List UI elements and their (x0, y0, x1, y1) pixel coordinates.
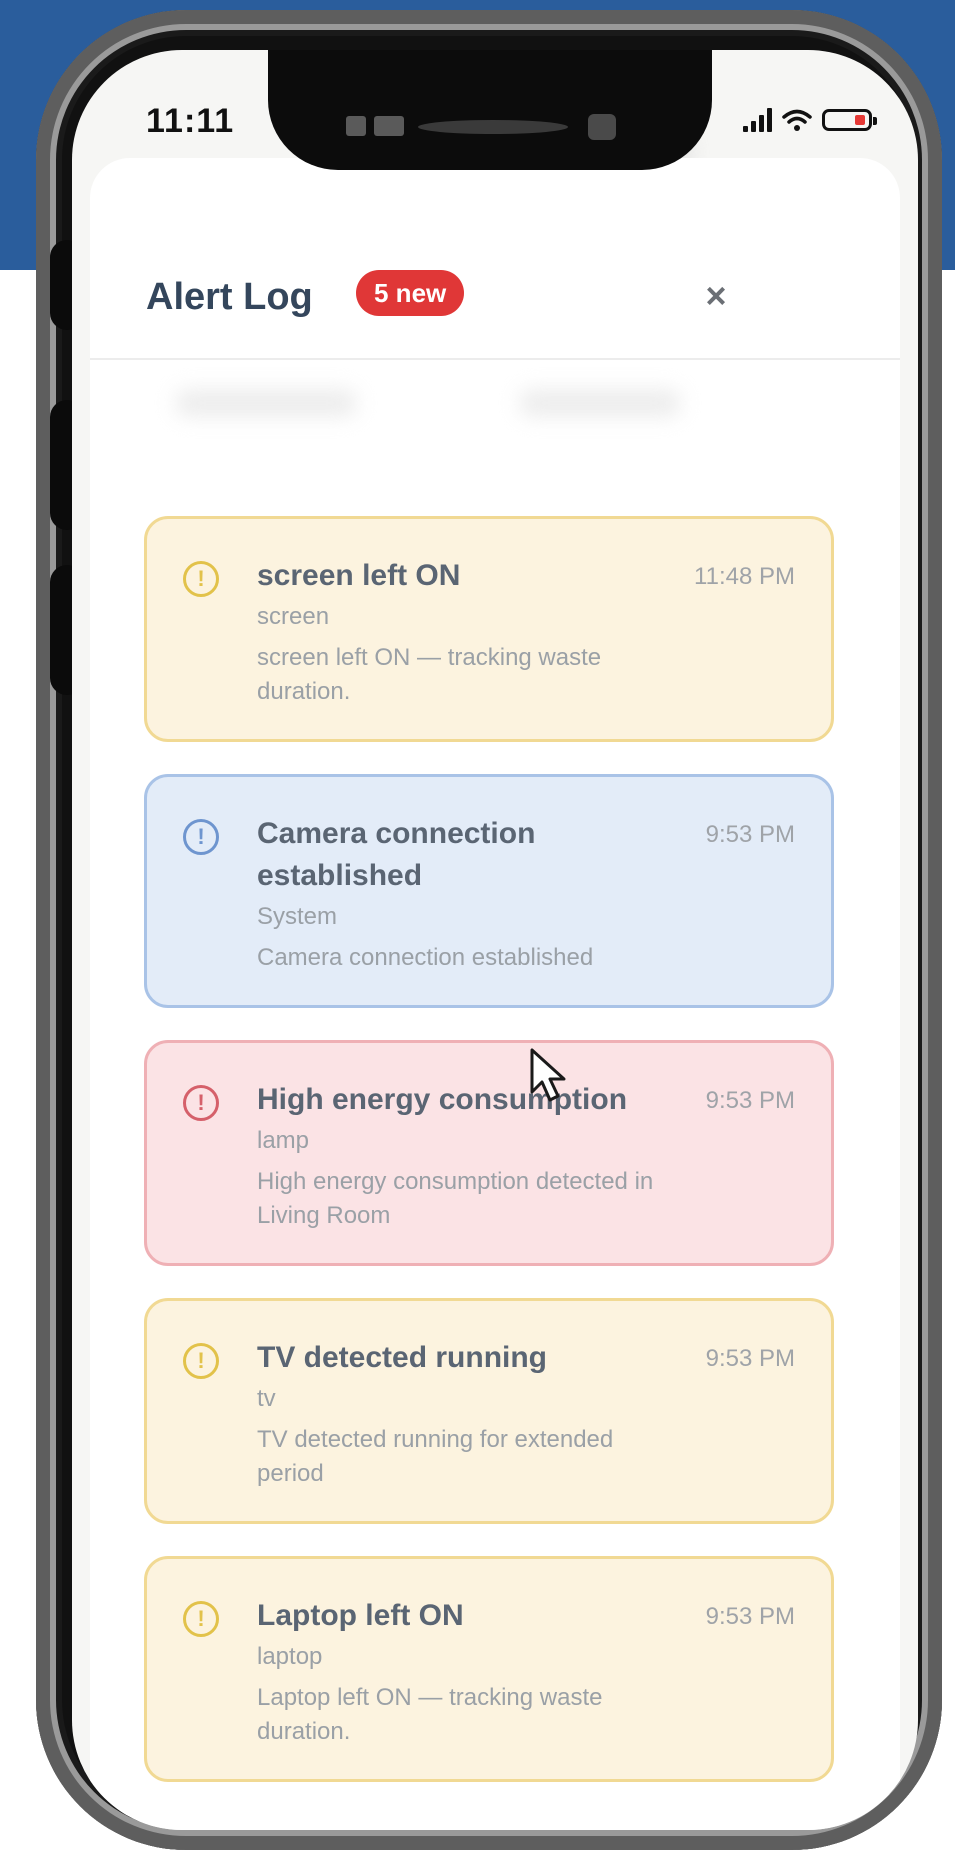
camera-icon (588, 114, 616, 140)
new-count-badge: 5 new (356, 270, 465, 316)
alert-title: Camera connection established (257, 817, 536, 892)
alert-circle-icon: ! (183, 1343, 219, 1379)
alert-time: 9:53 PM (705, 821, 795, 848)
panel-header: Alert Log 5 new × (90, 158, 900, 360)
blurred-tab (520, 390, 680, 416)
alert-title: High energy consumption (257, 1083, 628, 1116)
phone-notch (268, 50, 712, 170)
close-button[interactable]: × (692, 272, 740, 320)
alert-title: screen left ON (257, 559, 461, 592)
alert-source: screen (257, 603, 330, 630)
alert-card[interactable]: ! 9:53 PM High energy consumption lamp High … (144, 1040, 834, 1266)
alert-time: 9:53 PM (705, 1603, 795, 1630)
cellular-signal-icon (743, 108, 772, 132)
sensor-icon (374, 116, 404, 136)
alert-card[interactable]: ! 9:53 PM Camera connection established Sys… (144, 774, 834, 1008)
wifi-icon (782, 109, 812, 131)
alert-source: System (257, 903, 338, 930)
status-icons (743, 108, 877, 132)
alert-card[interactable]: ! 9:53 PM TV detected running tv TV detected… (144, 1298, 834, 1524)
alert-source: tv (257, 1385, 276, 1412)
blurred-tab (176, 390, 356, 416)
alert-circle-icon: ! (183, 1601, 219, 1637)
panel-title: Alert Log (146, 276, 313, 318)
status-time: 11:11 (146, 102, 235, 140)
alert-circle-icon: ! (183, 819, 219, 855)
battery-icon (822, 109, 877, 131)
alert-log-panel: Alert Log 5 new × ! 11:48 PM screen left O… (90, 158, 900, 1830)
alert-time: 9:53 PM (705, 1345, 795, 1372)
alert-card[interactable]: ! 11:48 PM screen left ON screen screen left… (144, 516, 834, 742)
alert-time: 9:53 PM (705, 1087, 795, 1114)
phone-screen: Alert Log 5 new × ! 11:48 PM screen left O… (72, 50, 918, 1830)
speaker-grille (418, 120, 568, 134)
alert-message: TV detected running for extended period (257, 1426, 614, 1487)
mouse-cursor-icon (530, 1048, 566, 1102)
alert-circle-icon: ! (183, 1085, 219, 1121)
alert-message: Camera connection established (257, 944, 594, 971)
alert-message: Laptop left ON — tracking waste duration… (257, 1684, 603, 1745)
alert-circle-icon: ! (183, 561, 219, 597)
alert-list: ! 11:48 PM screen left ON screen screen left… (144, 516, 834, 1814)
sensor-icon (346, 116, 366, 136)
alert-title: TV detected running (257, 1341, 548, 1374)
alert-card[interactable]: ! 9:53 PM Laptop left ON laptop Laptop left … (144, 1556, 834, 1782)
alert-time: 11:48 PM (694, 563, 795, 590)
alert-title: Laptop left ON (257, 1599, 464, 1632)
alert-message: High energy consumption detected in Livi… (257, 1168, 654, 1229)
alert-message: screen left ON — tracking waste duration… (257, 644, 602, 705)
alert-source: laptop (257, 1643, 323, 1670)
alert-source: lamp (257, 1127, 310, 1154)
